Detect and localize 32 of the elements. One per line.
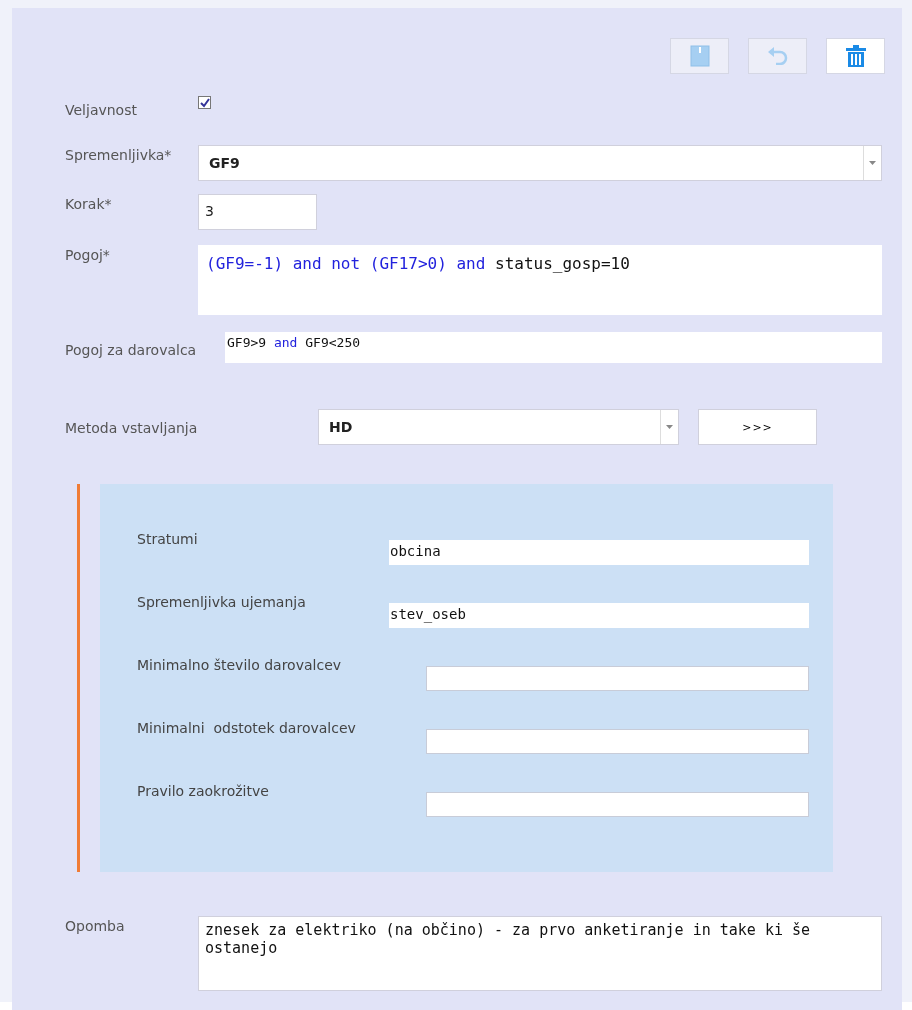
field-label: Minimalno število darovalcev xyxy=(137,657,343,675)
input-field[interactable] xyxy=(426,792,809,817)
note-field[interactable]: znesek za elektriko (na občino) - za prvo anketiranje in take ki še ostanejo xyxy=(198,916,882,991)
text-field[interactable]: obcina xyxy=(389,540,809,565)
condition-field[interactable]: (GF9=-1) and not (GF17>0) and status_gosp=10 xyxy=(198,245,882,315)
field-label: Opomba xyxy=(65,917,126,934)
caret-icon xyxy=(869,161,876,165)
field-label: Spremenljivka ujemanja xyxy=(137,594,307,612)
method-dropdown[interactable]: HD xyxy=(318,409,679,445)
field-label: Pravilo zaokrožitve xyxy=(137,783,270,801)
field-label: Minimalni odstotek darovalcev xyxy=(137,720,357,738)
caret-icon xyxy=(666,425,673,429)
floppy-icon xyxy=(689,45,710,67)
trash-icon xyxy=(845,45,866,67)
field-label: Stratumi xyxy=(137,531,199,549)
text-field[interactable]: stev_oseb xyxy=(389,603,809,628)
step-field[interactable]: 3 xyxy=(198,194,317,230)
field-label: Pogoj* xyxy=(65,246,111,263)
undo-icon xyxy=(766,47,789,65)
checkbox[interactable] xyxy=(198,96,211,109)
field-label: Korak* xyxy=(65,195,113,212)
more-button[interactable]: >>> xyxy=(698,409,817,445)
delete-button[interactable] xyxy=(826,38,885,74)
field-label: Veljavnost xyxy=(65,101,138,118)
variable-dropdown[interactable]: GF9 xyxy=(198,145,882,181)
donor-condition-field[interactable]: GF9>9 and GF9<250 xyxy=(225,332,882,363)
checkmark-icon xyxy=(199,97,210,108)
field-label: Spremenljivka* xyxy=(65,146,173,163)
field-label: Pogoj za darovalca xyxy=(65,341,198,358)
input-field[interactable] xyxy=(426,666,809,691)
field-label: Metoda vstavljanja xyxy=(65,419,199,436)
input-field[interactable] xyxy=(426,729,809,754)
